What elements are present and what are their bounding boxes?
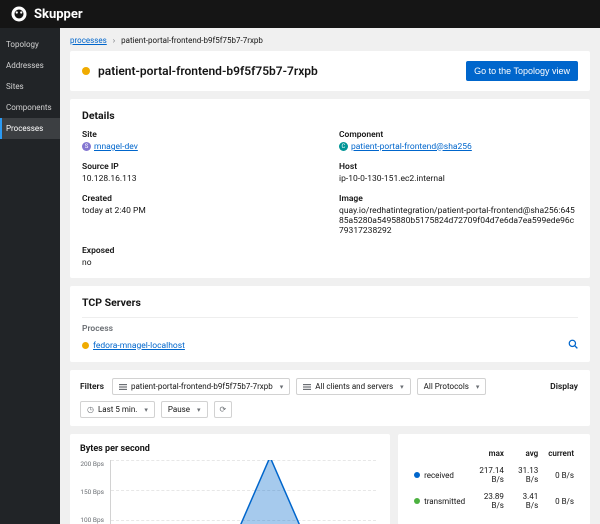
site-value: Smnagel-dev bbox=[82, 142, 321, 152]
pause-select[interactable]: Pause bbox=[161, 401, 208, 418]
tcp-process-label: Process bbox=[82, 317, 578, 334]
site-label: Site bbox=[82, 130, 321, 140]
refresh-icon: ⟳ bbox=[220, 405, 227, 414]
exposed-label: Exposed bbox=[82, 246, 321, 256]
details-card: Details Site Smnagel-dev Component Cpati… bbox=[70, 99, 590, 278]
topbar: Skupper bbox=[0, 0, 600, 28]
tcp-heading: TCP Servers bbox=[82, 296, 578, 309]
filter-clients-select[interactable]: All clients and servers bbox=[296, 378, 410, 395]
sidebar-item-sites[interactable]: Sites bbox=[0, 76, 60, 97]
chart-title: Bytes per second bbox=[80, 444, 380, 454]
bars-icon bbox=[119, 383, 127, 391]
sidebar-item-components[interactable]: Components bbox=[0, 97, 60, 118]
sidebar-item-topology[interactable]: Topology bbox=[0, 34, 60, 55]
details-heading: Details bbox=[82, 109, 578, 122]
page-title: patient-portal-frontend-b9f5f75b7-7rxpb bbox=[98, 64, 458, 78]
tcp-process-row: fedora-mnagel-localhost bbox=[82, 334, 578, 352]
sidebar-item-processes[interactable]: Processes bbox=[0, 118, 60, 139]
source-ip-label: Source IP bbox=[82, 162, 321, 172]
refresh-button[interactable]: ⟳ bbox=[214, 401, 233, 418]
source-ip-value: 10.128.16.113 bbox=[82, 174, 321, 184]
stats-row: transmitted23.89 B/s3.41 B/s0 B/s bbox=[410, 489, 578, 513]
bytes-per-second-chart: Bytes per second 200 Bps150 Bps100 Bps50… bbox=[70, 434, 390, 524]
time-range-select[interactable]: ◷ Last 5 min. bbox=[80, 401, 155, 418]
breadcrumb-separator: › bbox=[113, 36, 115, 45]
bars-icon bbox=[303, 383, 311, 391]
topology-view-button[interactable]: Go to the Topology view bbox=[466, 61, 578, 81]
sidebar: TopologyAddressesSitesComponentsProcesse… bbox=[0, 28, 60, 524]
sidebar-item-addresses[interactable]: Addresses bbox=[0, 55, 60, 76]
search-icon[interactable] bbox=[568, 339, 578, 352]
host-label: Host bbox=[339, 162, 578, 172]
stats-row: received217.14 B/s31.13 B/s0 B/s bbox=[410, 463, 578, 487]
host-value: ip-10-0-130-151.ec2.internal bbox=[339, 174, 578, 184]
stats-card: maxavgcurrentreceived217.14 B/s31.13 B/s… bbox=[398, 434, 590, 524]
exposed-value: no bbox=[82, 258, 321, 268]
component-value: Cpatient-portal-frontend@sha256 bbox=[339, 142, 578, 152]
tcp-process-link[interactable]: fedora-mnagel-localhost bbox=[93, 341, 185, 351]
site-badge-icon: S bbox=[82, 142, 91, 151]
image-label: Image bbox=[339, 194, 578, 204]
breadcrumb-current: patient-portal-frontend-b9f5f75b7-7rxpb bbox=[121, 36, 263, 45]
filter-process-select[interactable]: patient-portal-frontend-b9f5f75b7-7rxpb bbox=[112, 378, 290, 395]
brand-text: Skupper bbox=[34, 7, 83, 22]
display-label: Display bbox=[550, 382, 578, 392]
component-label: Component bbox=[339, 130, 578, 140]
main: processes › patient-portal-frontend-b9f5… bbox=[60, 28, 600, 524]
clock-icon: ◷ bbox=[87, 405, 94, 414]
tcp-servers-card: TCP Servers Process fedora-mnagel-localh… bbox=[70, 286, 590, 362]
skupper-logo-icon bbox=[10, 5, 28, 23]
created-label: Created bbox=[82, 194, 321, 204]
image-value: quay.io/redhatintegration/patient-portal… bbox=[339, 206, 578, 236]
breadcrumb-parent[interactable]: processes bbox=[70, 36, 107, 45]
breadcrumb: processes › patient-portal-frontend-b9f5… bbox=[70, 36, 590, 45]
site-link[interactable]: mnagel-dev bbox=[94, 142, 138, 152]
component-link[interactable]: patient-portal-frontend@sha256 bbox=[351, 142, 472, 152]
chart-plot-area bbox=[110, 460, 376, 524]
filters-bar: Filters patient-portal-frontend-b9f5f75b… bbox=[70, 370, 590, 426]
created-value: today at 2:40 PM bbox=[82, 206, 321, 216]
filter-protocols-select[interactable]: All Protocols bbox=[417, 378, 487, 395]
process-dot-icon bbox=[82, 342, 89, 349]
chart-y-axis: 200 Bps150 Bps100 Bps50 Bps0 Bps bbox=[80, 460, 108, 524]
filters-label: Filters bbox=[80, 382, 104, 392]
component-badge-icon: C bbox=[339, 142, 348, 151]
status-dot-icon bbox=[82, 67, 90, 75]
page-header: patient-portal-frontend-b9f5f75b7-7rxpb … bbox=[70, 51, 590, 91]
